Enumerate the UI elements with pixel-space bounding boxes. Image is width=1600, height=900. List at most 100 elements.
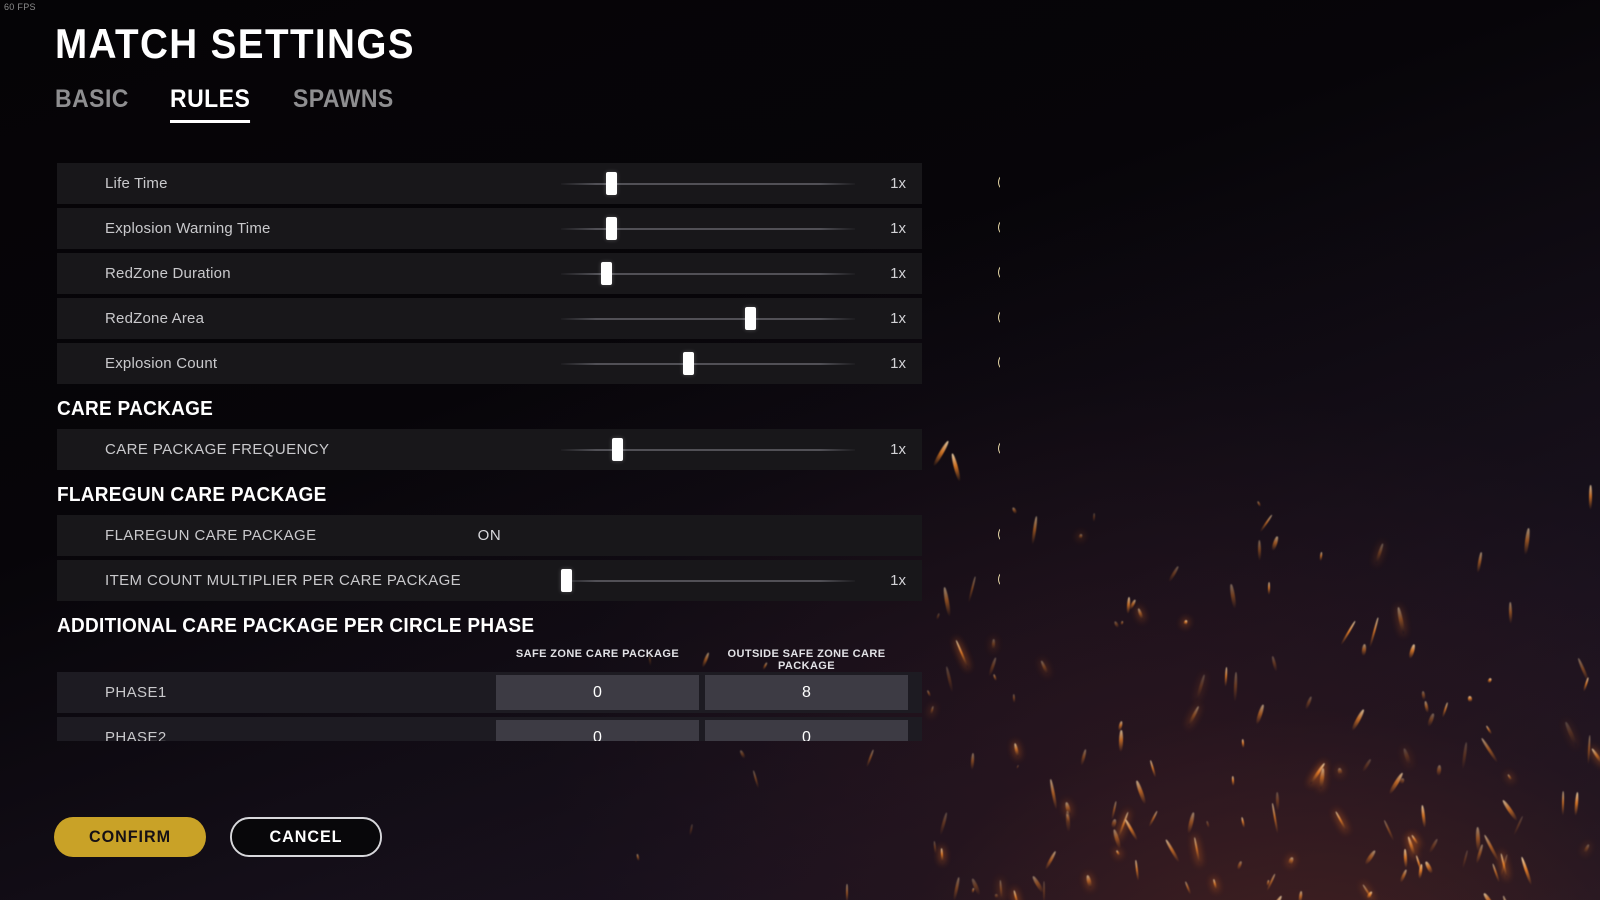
ember-particle — [1048, 779, 1058, 810]
ember-particle — [1424, 860, 1434, 875]
ember-particle — [1361, 884, 1374, 900]
slider-handle[interactable] — [600, 262, 612, 285]
ember-particle — [1256, 500, 1262, 507]
setting-row-life-time[interactable]: Life Time 1x ① — [57, 163, 1000, 204]
ember-particle — [1266, 894, 1283, 900]
ember-particle — [1507, 774, 1513, 782]
explosion-warning-time-slider[interactable] — [553, 208, 858, 249]
tab-basic[interactable]: BASIC — [55, 85, 129, 120]
ember-particle — [688, 823, 694, 837]
setting-label: CARE PACKAGE FREQUENCY — [105, 441, 330, 458]
slider-track — [561, 363, 855, 365]
ember-particle — [1113, 620, 1120, 629]
slider-track — [561, 228, 855, 230]
ember-particle — [1337, 768, 1343, 776]
setting-label: Life Time — [105, 175, 168, 192]
ember-particle — [846, 884, 848, 900]
tab-spawns[interactable]: SPAWNS — [293, 85, 394, 120]
ember-particle — [739, 749, 746, 759]
ember-particle — [1368, 616, 1379, 647]
ember-particle — [1149, 760, 1157, 778]
flaregun-toggle-value[interactable]: ON — [57, 527, 922, 544]
ember-particle — [1085, 874, 1092, 889]
table-row[interactable]: PHASE2 0 0 — [57, 717, 922, 741]
setting-row-item-count-multiplier[interactable]: ITEM COUNT MULTIPLIER PER CARE PACKAGE 1… — [57, 560, 1000, 601]
ember-particle — [1258, 540, 1262, 562]
item-count-multiplier-slider[interactable] — [553, 560, 858, 601]
fps-counter: 60 FPS — [4, 2, 36, 12]
cell-safe-zone[interactable]: 0 — [496, 720, 699, 741]
ember-particle — [1398, 777, 1405, 786]
ember-particle — [1167, 565, 1180, 583]
ember-particle — [1387, 771, 1404, 795]
setting-row-redzone-duration[interactable]: RedZone Duration 1x ③ — [57, 253, 1000, 294]
ember-particle — [938, 812, 948, 837]
explosion-count-slider[interactable] — [553, 343, 858, 384]
table-row[interactable]: PHASE1 0 8 — [57, 672, 922, 713]
ember-particle — [1474, 843, 1484, 864]
setting-value: 1x — [890, 441, 906, 458]
life-time-slider[interactable] — [553, 163, 858, 204]
ember-particle — [1483, 834, 1501, 863]
tab-rules[interactable]: RULES — [170, 85, 251, 123]
slider-handle[interactable] — [606, 172, 618, 195]
setting-row-flaregun-care-package[interactable]: FLAREGUN CARE PACKAGE ON ⑦ — [57, 515, 1000, 556]
ember-particle — [1334, 810, 1348, 832]
ember-particle — [1424, 700, 1430, 713]
setting-badge-5: ⑤ — [987, 343, 1000, 384]
ember-particle — [1134, 779, 1147, 805]
settings-scroll-viewport[interactable]: Life Time 1x ① Explosion Warning Time 1x… — [0, 163, 1000, 741]
settings-tabs: BASIC RULES SPAWNS — [55, 85, 402, 123]
cell-outside-safe-zone[interactable]: 0 — [705, 720, 908, 741]
phase-label: PHASE2 — [105, 729, 167, 741]
setting-value: 1x — [890, 572, 906, 589]
setting-row-explosion-count[interactable]: Explosion Count 1x ⑤ — [57, 343, 1000, 384]
ember-particle — [999, 879, 1004, 900]
setting-row-care-package-frequency[interactable]: CARE PACKAGE FREQUENCY 1x ⑥ — [57, 429, 1000, 470]
redzone-area-slider[interactable] — [553, 298, 858, 339]
cell-safe-zone[interactable]: 0 — [496, 675, 699, 710]
ember-particle — [1116, 811, 1130, 840]
setting-badge-1: ① — [987, 163, 1000, 204]
ember-particle — [1374, 543, 1385, 565]
slider-track — [561, 318, 855, 320]
ember-particle — [1266, 879, 1271, 887]
slider-handle[interactable] — [611, 438, 623, 461]
slider-handle[interactable] — [682, 352, 694, 375]
ember-particle — [952, 877, 960, 900]
cancel-button[interactable]: CANCEL — [230, 817, 382, 857]
ember-particle — [1501, 895, 1515, 900]
redzone-duration-slider[interactable] — [553, 253, 858, 294]
ember-particle — [1110, 801, 1117, 821]
cell-outside-safe-zone[interactable]: 8 — [705, 675, 908, 710]
setting-row-redzone-area[interactable]: RedZone Area 1x ④ — [57, 298, 1000, 339]
slider-track — [561, 183, 855, 185]
ember-particle — [1461, 849, 1469, 869]
game-settings-screen: 60 FPS MATCH SETTINGS BASIC RULES SPAWNS… — [0, 0, 1600, 900]
ember-particle — [1110, 819, 1117, 829]
slider-handle[interactable] — [561, 569, 572, 592]
slider-handle[interactable] — [606, 217, 618, 240]
ember-particle — [1136, 607, 1145, 620]
ember-particle — [1112, 828, 1123, 849]
ember-particle — [1436, 764, 1442, 776]
ember-particle — [1361, 643, 1367, 656]
setting-badge-2: ② — [987, 208, 1000, 249]
slider-handle[interactable] — [744, 307, 756, 330]
confirm-button[interactable]: CONFIRM — [54, 817, 206, 857]
ember-particle — [1480, 737, 1499, 763]
setting-badge-7: ⑦ — [987, 515, 1000, 556]
ember-particle — [1340, 620, 1357, 647]
ember-particle — [1124, 818, 1139, 842]
setting-value: 1x — [890, 220, 906, 237]
ember-particle — [970, 752, 975, 770]
ember-particle — [1147, 810, 1159, 829]
setting-row-explosion-warning-time[interactable]: Explosion Warning Time 1x ② — [57, 208, 1000, 249]
care-package-frequency-slider[interactable] — [553, 429, 858, 470]
ember-particle — [1233, 672, 1238, 703]
ember-particle — [1476, 826, 1481, 852]
setting-label: RedZone Duration — [105, 265, 231, 282]
ember-particle — [1415, 855, 1423, 873]
ember-particle — [1467, 695, 1472, 703]
ember-particle — [1476, 552, 1483, 574]
